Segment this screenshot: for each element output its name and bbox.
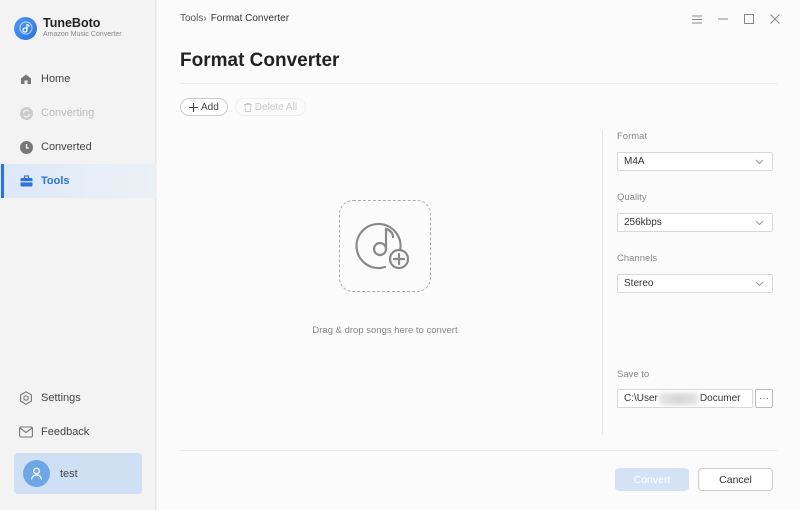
delete-all-button[interactable]: Delete All <box>234 98 307 116</box>
close-button[interactable] <box>762 11 788 27</box>
sidebar-item-home[interactable]: Home <box>0 62 156 96</box>
convert-button[interactable]: Convert <box>615 468 689 491</box>
sidebar-bottom-nav: Settings Feedback <box>0 381 156 449</box>
breadcrumb-current: Format Converter <box>210 13 290 24</box>
gear-icon <box>19 391 33 405</box>
clock-icon <box>19 140 33 154</box>
mail-icon <box>19 425 33 439</box>
quality-value: 256kbps <box>624 217 662 228</box>
sidebar-item-tools[interactable]: Tools <box>0 164 156 198</box>
redacted-segment <box>658 392 699 405</box>
sidebar-item-feedback[interactable]: Feedback <box>0 415 156 449</box>
add-button[interactable]: Add <box>180 98 228 116</box>
delete-all-label: Delete All <box>254 101 298 113</box>
quality-select[interactable]: 256kbps <box>617 213 773 232</box>
channels-select[interactable]: Stereo <box>617 274 773 293</box>
save-to-label: Save to <box>617 369 650 380</box>
sidebar-item-label: Tools <box>41 175 70 187</box>
format-value: M4A <box>624 156 645 167</box>
chevron-down-icon <box>755 281 764 287</box>
sidebar-item-converted[interactable]: Converted <box>0 130 156 164</box>
chevron-down-icon <box>755 220 764 226</box>
channels-value: Stereo <box>624 278 654 289</box>
sync-icon <box>19 106 33 120</box>
sidebar-item-settings[interactable]: Settings <box>0 381 156 415</box>
user-name: test <box>60 467 78 480</box>
save-path-start: C:\User <box>624 393 658 404</box>
format-select[interactable]: M4A <box>617 152 773 171</box>
user-account-card[interactable]: test <box>14 453 142 494</box>
save-path-input[interactable]: C:\User Documer <box>617 389 753 408</box>
sidebar: TuneBoto Amazon Music Converter Home Con… <box>0 0 156 510</box>
trash-icon <box>243 102 252 112</box>
save-path-end: Documer <box>699 393 741 404</box>
plus-icon <box>189 102 198 112</box>
sidebar-nav: Home Converting Converted Tools <box>0 62 156 198</box>
breadcrumb-parent[interactable]: Tools <box>180 13 203 24</box>
brand: TuneBoto Amazon Music Converter <box>14 16 122 40</box>
main-panel: Tools› Format Converter Format Converter … <box>157 0 800 510</box>
maximize-button[interactable] <box>736 11 762 27</box>
close-icon <box>770 14 780 24</box>
app-subtitle: Amazon Music Converter <box>43 31 122 38</box>
toolbar: Add Delete All <box>180 98 307 116</box>
music-add-icon <box>355 222 410 270</box>
sidebar-item-label: Home <box>41 73 71 85</box>
drop-zone-hint: Drag & drop songs here to convert <box>312 325 458 336</box>
minimize-icon <box>718 18 728 20</box>
sidebar-item-converting[interactable]: Converting <box>0 96 156 130</box>
sidebar-item-label: Feedback <box>41 426 90 438</box>
window-controls <box>684 11 788 27</box>
page-title: Format Converter <box>180 50 340 71</box>
cancel-button[interactable]: Cancel <box>698 468 773 491</box>
breadcrumb-separator: › <box>203 13 207 24</box>
user-icon <box>30 467 43 480</box>
menu-icon <box>692 15 702 23</box>
app-name: TuneBoto <box>43 16 101 30</box>
home-icon <box>19 72 33 86</box>
sidebar-item-label: Converted <box>41 141 92 153</box>
sidebar-item-label: Converting <box>41 107 95 119</box>
chevron-down-icon <box>755 159 764 165</box>
avatar <box>23 460 50 487</box>
menu-button[interactable] <box>684 11 710 27</box>
quality-label: Quality <box>617 192 647 203</box>
add-label: Add <box>201 101 219 113</box>
drop-zone[interactable] <box>339 200 431 292</box>
title-divider <box>180 83 777 84</box>
vertical-divider <box>602 130 603 435</box>
toolbox-icon <box>19 174 33 188</box>
app-logo-icon <box>14 16 37 40</box>
format-label: Format <box>617 131 648 142</box>
footer-divider <box>180 450 777 451</box>
minimize-button[interactable] <box>710 11 736 27</box>
channels-label: Channels <box>617 253 658 264</box>
breadcrumb: Tools› Format Converter <box>180 13 289 24</box>
sidebar-item-label: Settings <box>41 392 81 404</box>
maximize-icon <box>744 14 754 24</box>
browse-button[interactable]: ··· <box>755 389 773 408</box>
